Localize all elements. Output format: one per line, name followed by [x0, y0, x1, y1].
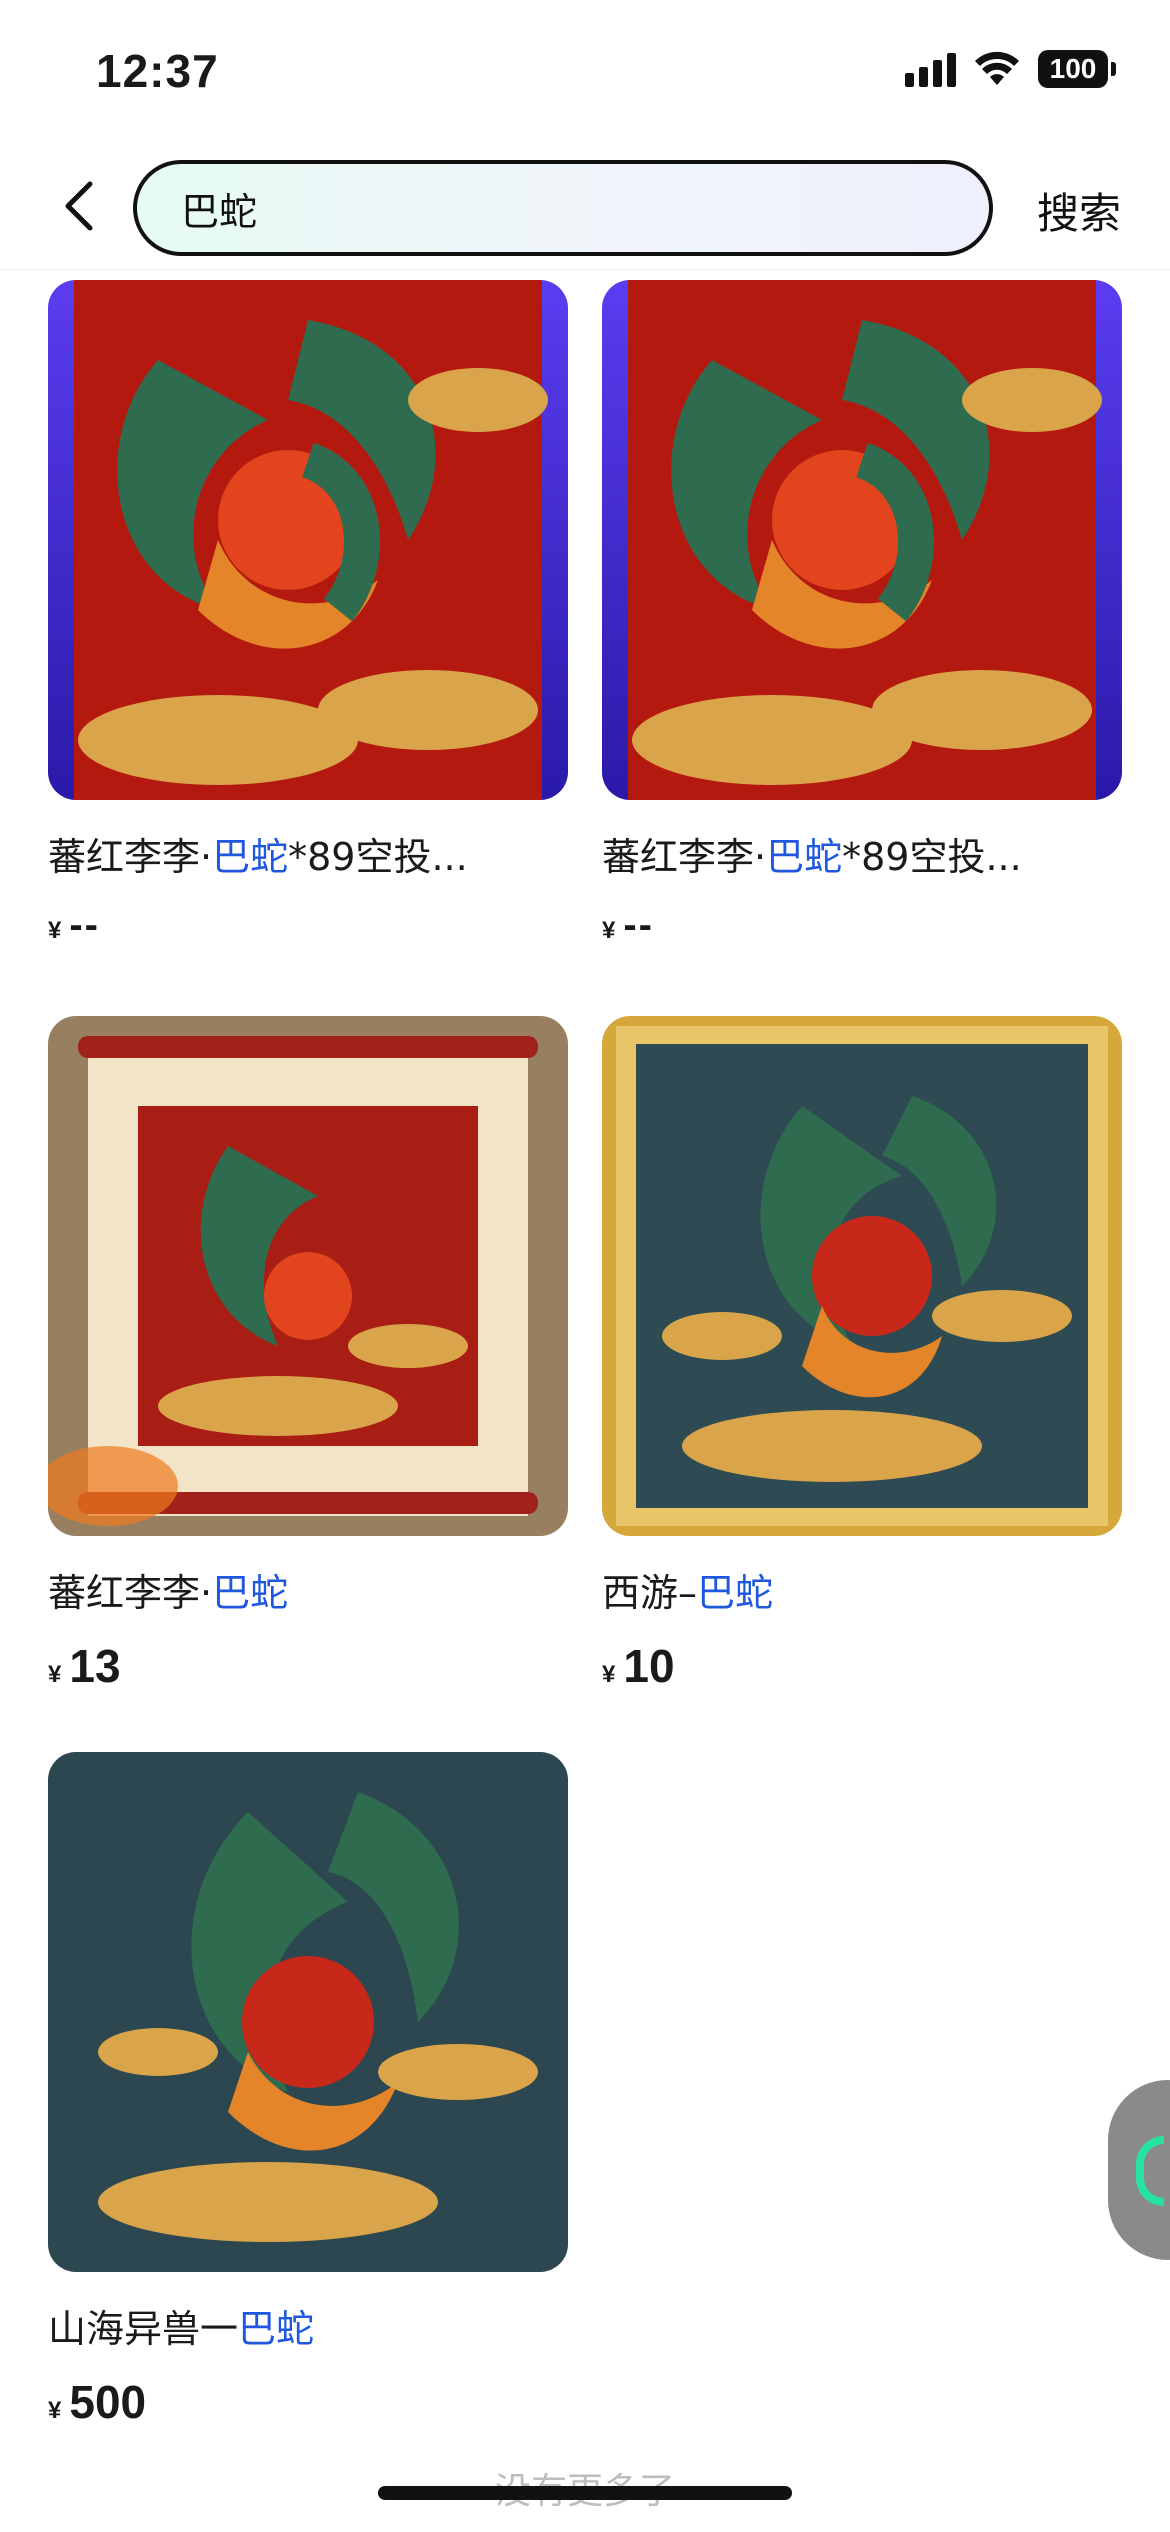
cellular-signal-icon: [905, 51, 956, 87]
product-image[interactable]: [48, 1752, 568, 2272]
status-time: 12:37: [96, 45, 219, 97]
product-image[interactable]: [602, 280, 1122, 800]
keyword-highlight: 巴蛇: [697, 1571, 774, 1615]
keyword-highlight: 巴蛇: [212, 835, 289, 879]
product-price: ¥13: [48, 1640, 121, 1692]
battery-icon: 100: [1038, 50, 1116, 88]
product-price: ¥500: [48, 2376, 147, 2428]
wifi-icon: [975, 51, 1019, 85]
product-title[interactable]: 蕃红李李·巴蛇*89空投...: [602, 826, 1122, 881]
search-box[interactable]: [133, 160, 993, 256]
keyword-highlight: 巴蛇: [212, 1571, 289, 1615]
search-input[interactable]: [181, 186, 989, 230]
product-title[interactable]: 山海异兽一巴蛇: [48, 2298, 568, 2353]
product-card[interactable]: 蕃红李李·巴蛇*89空投... ¥ --: [602, 280, 1122, 948]
keyword-highlight: 巴蛇: [238, 2307, 315, 2351]
product-title[interactable]: 蕃红李李·巴蛇*89空投...: [48, 826, 568, 881]
back-button[interactable]: [52, 176, 112, 236]
battery-level: 100: [1038, 50, 1108, 88]
status-bar: 12:37 100: [0, 0, 1170, 140]
search-header: 搜索: [0, 150, 1170, 270]
chevron-left-icon: [65, 181, 93, 231]
product-image[interactable]: [48, 1016, 568, 1536]
floating-assistant-button[interactable]: [1108, 2080, 1170, 2260]
product-card[interactable]: 蕃红李李·巴蛇 ¥13: [48, 1016, 568, 1693]
assistant-icon: [1136, 2136, 1164, 2206]
product-image[interactable]: [602, 1016, 1122, 1536]
product-price: ¥ --: [602, 903, 654, 947]
status-icons: 100: [905, 50, 1116, 88]
product-price: ¥10: [602, 1640, 675, 1692]
home-indicator[interactable]: [378, 2486, 792, 2500]
product-title[interactable]: 西游–巴蛇: [602, 1562, 1122, 1617]
product-price: ¥ --: [48, 903, 100, 947]
product-card[interactable]: 山海异兽一巴蛇 ¥500: [48, 1752, 568, 2429]
product-card[interactable]: 蕃红李李·巴蛇*89空投... ¥ --: [48, 280, 568, 948]
product-card[interactable]: 西游–巴蛇 ¥10: [602, 1016, 1122, 1693]
keyword-highlight: 巴蛇: [766, 835, 843, 879]
product-image[interactable]: [48, 280, 568, 800]
search-button[interactable]: 搜索: [1037, 180, 1121, 241]
product-title[interactable]: 蕃红李李·巴蛇: [48, 1562, 568, 1617]
